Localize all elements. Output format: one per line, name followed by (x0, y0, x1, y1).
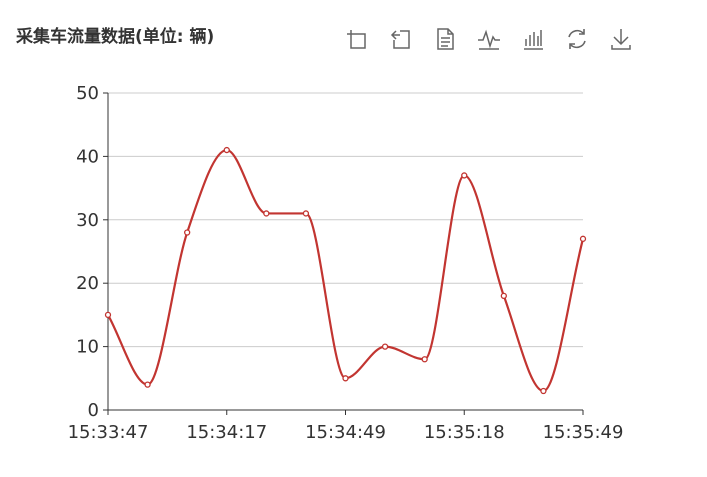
series-line (107, 148, 585, 393)
y-tick-label: 50 (76, 83, 99, 104)
x-tick-label: 15:35:18 (424, 422, 505, 443)
x-tick-label: 15:33:47 (68, 422, 149, 443)
data-point (461, 172, 468, 179)
y-tick-label: 40 (76, 146, 99, 167)
x-tick-label: 15:34:49 (305, 422, 386, 443)
x-tick-label: 15:35:49 (543, 422, 624, 443)
y-tick-label: 10 (76, 337, 99, 358)
data-point (540, 387, 547, 395)
data-point (263, 210, 270, 217)
y-tick-label: 0 (88, 400, 99, 421)
line-chart: 0 10 20 30 40 50 15:33:47 15:34:17 15:34:49 15:35… (68, 83, 624, 443)
y-tick-label: 30 (76, 210, 99, 231)
data-point (381, 343, 389, 350)
data-point (342, 375, 349, 382)
data-point (500, 292, 507, 300)
grid-lines (108, 92, 583, 348)
data-point (144, 381, 151, 388)
x-tick-label: 15:34:17 (186, 422, 267, 443)
data-point (104, 311, 112, 319)
series-area (104, 146, 587, 395)
data-point (579, 235, 587, 242)
data-point (302, 210, 310, 217)
y-tick-label: 20 (76, 273, 99, 294)
data-point (421, 356, 428, 363)
data-point (184, 229, 191, 236)
data-point (223, 146, 230, 154)
